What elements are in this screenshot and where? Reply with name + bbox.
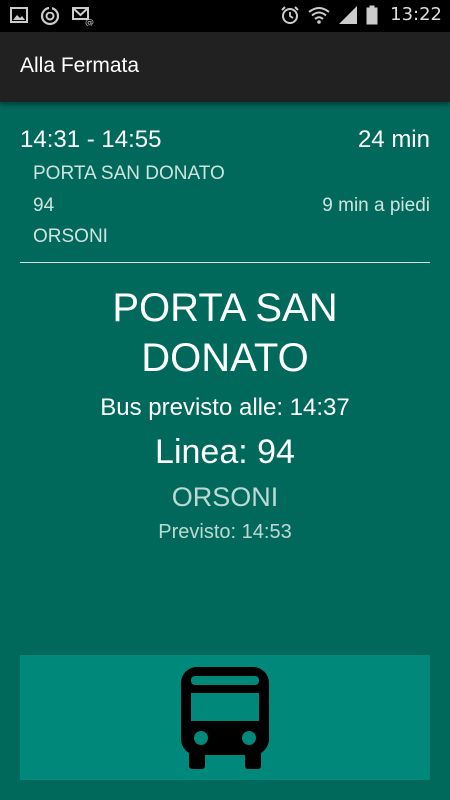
destination: ORSONI bbox=[171, 482, 279, 512]
status-bar: @ 13:22 bbox=[0, 0, 450, 32]
line-label: Linea: 94 bbox=[155, 433, 295, 471]
app-bar: Alla Fermata bbox=[0, 32, 450, 102]
app-title: Alla Fermata bbox=[20, 54, 140, 77]
trip-walk-time: 9 min a piedi bbox=[322, 195, 430, 216]
trip-duration: 24 min bbox=[357, 126, 430, 153]
notification-icons: @ bbox=[10, 6, 94, 26]
trip-stop-name: PORTA SAN DONATO bbox=[33, 163, 225, 184]
bus-icon bbox=[181, 666, 269, 769]
divider bbox=[20, 262, 430, 263]
stop-name-line2: DONATO bbox=[141, 336, 309, 380]
clock: 13:22 bbox=[390, 4, 442, 25]
trip-line-number: 94 bbox=[33, 195, 55, 216]
stop-name-line1: PORTA SAN bbox=[112, 286, 338, 330]
system-icons: 13:22 bbox=[280, 4, 442, 25]
mail-icon: @ bbox=[72, 7, 94, 26]
battery-icon bbox=[366, 5, 378, 24]
stop-name: PORTA SAN DONATO bbox=[0, 283, 450, 383]
bus-expected-time: Bus previsto alle: 14:37 bbox=[100, 394, 350, 421]
svg-text:@: @ bbox=[85, 18, 94, 26]
sync-icon bbox=[40, 6, 60, 26]
image-icon bbox=[10, 7, 28, 23]
wifi-icon bbox=[308, 6, 330, 24]
trip-destination: ORSONI bbox=[33, 226, 108, 247]
bus-button[interactable] bbox=[20, 655, 430, 780]
arrival-forecast: Previsto: 14:53 bbox=[158, 521, 292, 543]
signal-icon bbox=[339, 5, 358, 24]
trip-time-range: 14:31 - 14:55 bbox=[20, 126, 162, 153]
alarm-icon bbox=[281, 5, 299, 24]
